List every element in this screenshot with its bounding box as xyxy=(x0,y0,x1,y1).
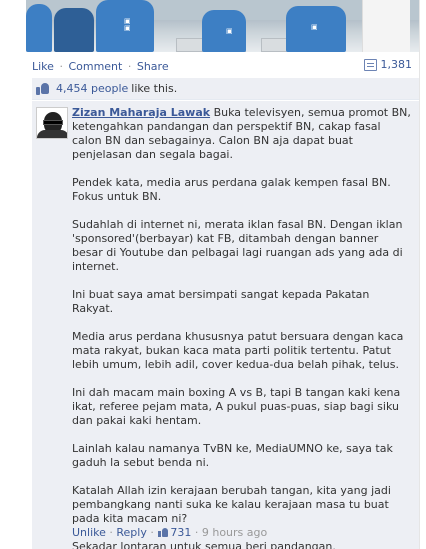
share-count[interactable]: 1,381 xyxy=(363,58,413,71)
comment-paragraph: Sekadar lontaran untuk semua beri pandan… xyxy=(72,540,336,549)
separator: · xyxy=(127,60,132,73)
share-icon xyxy=(363,58,377,71)
divider xyxy=(419,0,420,549)
comment-paragraph: Pendek kata, media arus perdana galak ke… xyxy=(72,176,391,203)
separator: · xyxy=(59,60,63,73)
comment-paragraph: Zizan Maharaja Lawak Buka televisyen, se… xyxy=(72,106,412,162)
comment-author-link[interactable]: Zizan Maharaja Lawak xyxy=(72,106,210,119)
comment-timestamp: 9 hours ago xyxy=(201,526,268,539)
avatar[interactable] xyxy=(36,107,68,139)
comment-like-count[interactable]: 731 xyxy=(170,526,191,539)
avatar-glasses xyxy=(43,120,63,125)
thumbs-up-icon xyxy=(158,528,169,537)
comment-paragraph: Sudahlah di internet ni, merata iklan fa… xyxy=(72,218,403,273)
likes-suffix: like this. xyxy=(131,82,178,95)
thumbs-up-icon xyxy=(36,82,50,95)
post-actions: Like · Comment · Share xyxy=(32,60,169,73)
photo-person xyxy=(202,10,246,52)
photo-person xyxy=(54,8,94,52)
share-count-value: 1,381 xyxy=(380,58,413,71)
comment-footer: Unlike · Reply · 731 · 9 hours ago xyxy=(72,526,267,539)
unlike-link[interactable]: Unlike xyxy=(72,526,106,539)
likes-summary: 4,454 people like this. xyxy=(32,78,420,100)
shirt-logo-icon: ▣ xyxy=(311,23,318,31)
avatar-shoulders xyxy=(37,130,67,138)
shirt-logo-icon: ▣ ▣ xyxy=(124,17,131,32)
shirt-logo-icon: ▣ xyxy=(226,27,233,35)
separator: · xyxy=(194,526,199,539)
comment-link[interactable]: Comment xyxy=(68,60,122,73)
comment-paragraph: Ini dah macam main boxing A vs B, tapi B… xyxy=(72,386,401,427)
comment-paragraph: Katalah Allah izin kerajaan berubah tang… xyxy=(72,484,391,525)
comment-paragraph: Media arus perdana khususnya patut bersu… xyxy=(72,330,404,371)
like-link[interactable]: Like xyxy=(32,60,54,73)
photo-person-white-shirt xyxy=(362,0,410,52)
comment-body: Zizan Maharaja Lawak Buka televisyen, se… xyxy=(72,106,412,549)
reply-link[interactable]: Reply xyxy=(116,526,146,539)
separator: · xyxy=(109,526,113,539)
comment-item: Zizan Maharaja Lawak Buka televisyen, se… xyxy=(32,101,420,549)
photo-person xyxy=(26,4,52,52)
likes-count-link[interactable]: 4,454 people xyxy=(56,82,128,95)
separator: · xyxy=(150,526,154,539)
comment-paragraph: Ini buat saya amat bersimpati sangat kep… xyxy=(72,288,370,315)
post-photo[interactable]: ▣ ▣ ▣ ▣ xyxy=(26,0,420,52)
comment-paragraph: Lainlah kalau namanya TvBN ke, MediaUMNO… xyxy=(72,442,393,469)
share-link[interactable]: Share xyxy=(137,60,169,73)
